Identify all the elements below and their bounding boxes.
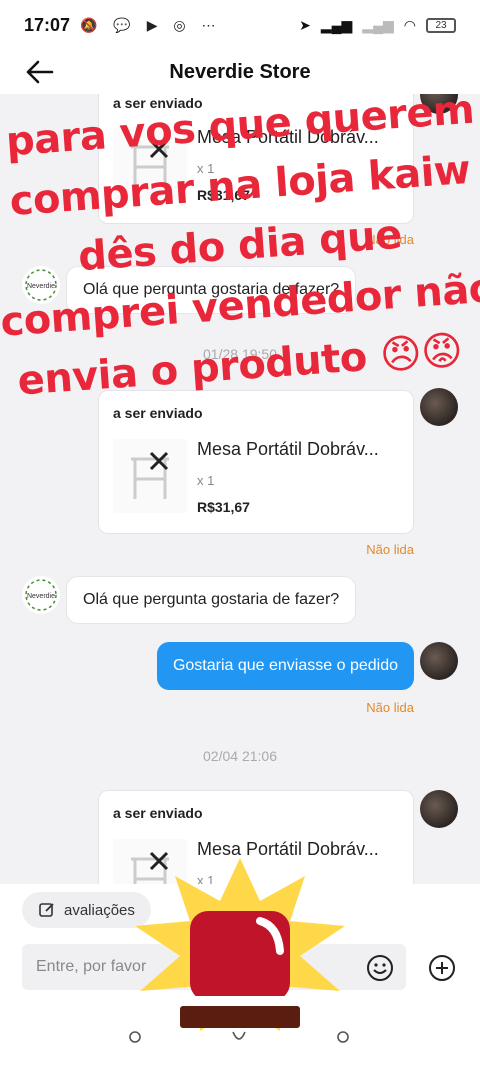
order-card[interactable]: a ser enviado Mesa Portátil Dobráv... x … [98,390,414,534]
product-name: Mesa Portátil Dobráv... [197,127,379,147]
back-arrow-icon[interactable] [22,54,58,90]
chat-timestamp: 01/28 19:50 [203,346,277,362]
back-nav-icon[interactable] [336,1030,350,1044]
chat-area[interactable]: a ser enviado Mesa Portátil Dobráv... x … [0,94,480,884]
signal-2-icon: ▂▄▆ [362,16,394,33]
unread-label: Não lida [366,700,414,715]
status-right-icons: ➤ ▂▄▆ ▂▄▆ ◠ 23 [299,17,456,34]
svg-text:Neverdie: Neverdie [27,593,55,600]
user-avatar[interactable] [420,94,458,114]
add-attachment-icon[interactable] [428,954,456,982]
product-price: R$31,67 [197,499,250,515]
product-qty: x 1 [197,473,215,488]
notification-icons: 🔕 💬 ▶ ◎ ⋯ [80,16,222,33]
incoming-message: Olá que pergunta gostaria de fazer? [66,266,357,314]
battery-icon: 23 [426,17,456,33]
seller-avatar[interactable]: Neverdie [22,266,60,304]
incoming-message: Olá que pergunta gostaria de fazer? [66,576,357,624]
status-bar: 17:07 🔕 💬 ▶ ◎ ⋯ ➤ ▂▄▆ ▂▄▆ ◠ 23 [0,0,480,50]
seller-avatar[interactable]: Neverdie [22,576,60,614]
user-avatar[interactable] [420,790,458,828]
user-avatar[interactable] [420,642,458,680]
chat-header: Neverdie Store [0,50,480,94]
chat-timestamp: 02/04 21:06 [203,748,277,764]
product-thumbnail [113,127,187,201]
order-status: a ser enviado [113,405,203,421]
recent-apps-icon[interactable] [128,1030,142,1044]
emoji-icon[interactable] [366,954,394,982]
signal-icon: ▂▄▆ [320,16,353,33]
siren-sticker-icon [135,858,345,1031]
outgoing-message: Gostaria que enviasse o pedido [156,642,414,690]
product-name: Mesa Portátil Dobráv... [197,439,379,459]
edit-icon [39,903,54,917]
unread-label: Não lida [366,232,414,247]
status-time: 17:07 [24,14,71,35]
order-card[interactable]: a ser enviado Mesa Portátil Dobráv... x … [98,94,414,224]
order-status: a ser enviado [113,805,203,821]
product-price: R$31,67 [197,187,250,203]
product-thumbnail [113,439,187,513]
reviews-label: avaliações [64,901,135,919]
svg-text:Neverdie: Neverdie [27,283,55,290]
wifi-icon: ◠ [403,16,416,33]
system-nav-bar [0,1024,480,1054]
user-avatar[interactable] [420,388,458,426]
product-qty: x 1 [197,161,215,176]
page-title: Neverdie Store [169,60,311,83]
order-status: a ser enviado [113,95,203,111]
unread-label: Não lida [366,542,414,557]
home-icon[interactable] [231,1030,247,1044]
location-icon: ➤ [299,16,311,33]
